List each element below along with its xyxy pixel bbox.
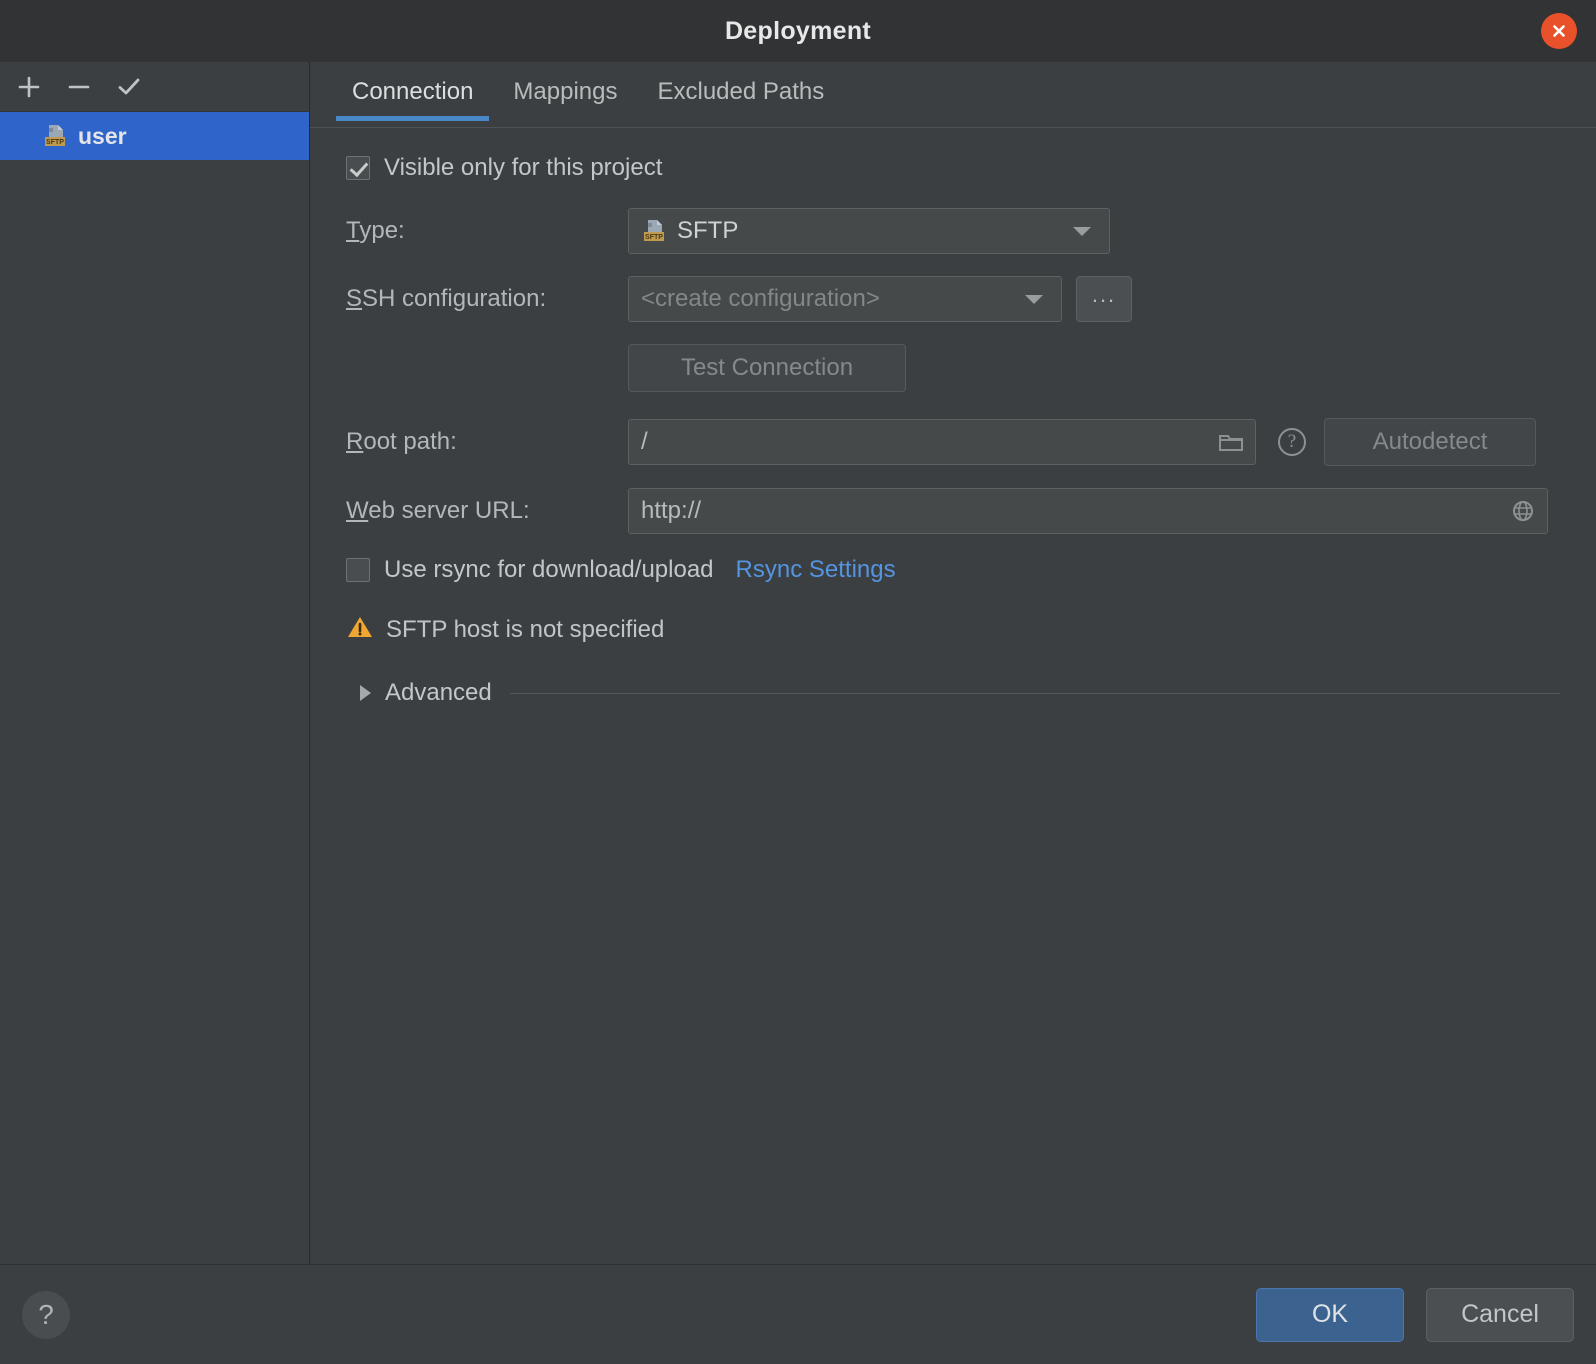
tab-bar: Connection Mappings Excluded Paths <box>310 62 1596 128</box>
use-as-default-button[interactable] <box>108 68 150 106</box>
close-x-glyph <box>1553 25 1565 37</box>
advanced-separator <box>509 692 1560 694</box>
use-rsync-checkbox[interactable] <box>346 558 370 582</box>
globe-glyph <box>1513 501 1533 521</box>
remove-server-button[interactable] <box>58 68 100 106</box>
sftp-glyph: SFTP <box>644 220 664 241</box>
svg-text:SFTP: SFTP <box>46 139 64 146</box>
warning-row: SFTP host is not specified <box>346 614 1566 645</box>
ssh-configuration-label: SSH configuration: <box>346 285 547 312</box>
sftp-icon: SFTP <box>641 218 667 244</box>
visible-only-label[interactable]: Visible only for this project <box>384 154 662 182</box>
type-value: SFTP <box>677 217 739 244</box>
warning-text: SFTP host is not specified <box>386 615 665 643</box>
chevron-down-icon <box>1073 226 1091 236</box>
warning-triangle-icon <box>346 614 374 645</box>
test-connection-button[interactable]: Test Connection <box>628 344 906 392</box>
root-path-row: Root path: / ? Autodetect <box>346 418 1566 466</box>
server-list: SFTP user <box>0 112 309 1264</box>
type-label: Type: <box>346 217 405 244</box>
root-path-help-icon[interactable]: ? <box>1278 428 1306 456</box>
dialog-title: Deployment <box>724 16 872 45</box>
chevron-right-icon[interactable] <box>360 685 371 701</box>
root-path-input[interactable]: / <box>628 419 1256 465</box>
globe-icon[interactable] <box>1509 497 1537 525</box>
server-list-item-user[interactable]: SFTP user <box>0 112 309 160</box>
rsync-settings-link[interactable]: Rsync Settings <box>736 556 896 584</box>
warning-glyph <box>348 617 372 637</box>
visible-only-checkbox[interactable] <box>346 156 370 180</box>
ssh-configuration-browse-button[interactable]: ... <box>1076 276 1132 322</box>
checkmark-icon <box>118 78 140 94</box>
visible-only-row: Visible only for this project <box>346 154 1566 182</box>
connection-form: Visible only for this project Type: SFTP… <box>310 128 1596 1264</box>
ok-button[interactable]: OK <box>1256 1287 1404 1342</box>
cancel-button[interactable]: Cancel <box>1426 1287 1574 1342</box>
dialog-body: SFTP user Connection Mappings Excluded P… <box>0 62 1596 1264</box>
server-toolbar <box>0 62 309 112</box>
type-dropdown[interactable]: SFTP SFTP <box>628 208 1110 254</box>
tab-connection[interactable]: Connection <box>332 62 493 121</box>
rsync-row: Use rsync for download/upload Rsync Sett… <box>346 556 1566 584</box>
test-connection-row: Test Connection <box>628 344 1566 392</box>
server-sidebar: SFTP user <box>0 62 310 1264</box>
tab-excluded-paths[interactable]: Excluded Paths <box>637 62 844 120</box>
web-server-url-value: http:// <box>641 497 702 524</box>
advanced-label[interactable]: Advanced <box>385 679 492 707</box>
web-server-url-input[interactable]: http:// <box>628 488 1548 534</box>
ssh-configuration-value: <create configuration> <box>641 285 880 312</box>
root-path-value: / <box>641 428 648 455</box>
folder-glyph <box>1219 435 1243 451</box>
advanced-section-header[interactable]: Advanced <box>346 679 1566 707</box>
folder-icon[interactable] <box>1217 430 1245 454</box>
plus-icon <box>18 76 40 97</box>
tab-mappings[interactable]: Mappings <box>493 62 637 120</box>
dialog-footer: ? OK Cancel <box>0 1264 1596 1364</box>
connection-content: Connection Mappings Excluded Paths Visib… <box>310 62 1596 1264</box>
web-server-url-label: Web server URL: <box>346 497 530 524</box>
use-rsync-label[interactable]: Use rsync for download/upload <box>384 556 714 584</box>
autodetect-button[interactable]: Autodetect <box>1324 418 1536 466</box>
ssh-configuration-dropdown[interactable]: <create configuration> <box>628 276 1062 322</box>
ssh-configuration-row: SSH configuration: <create configuration… <box>346 276 1566 322</box>
title-bar: Deployment <box>0 0 1596 62</box>
type-row: Type: SFTP SFTP <box>346 208 1566 254</box>
svg-text:SFTP: SFTP <box>645 234 663 241</box>
close-icon[interactable] <box>1541 13 1577 49</box>
sftp-server-icon: SFTP <box>42 123 68 149</box>
chevron-down-icon <box>1025 294 1043 304</box>
server-item-label: user <box>78 122 127 149</box>
help-button[interactable]: ? <box>22 1290 70 1339</box>
deployment-dialog: Deployment SFTP user Connection Mappings… <box>0 0 1596 1364</box>
root-path-label: Root path: <box>346 428 457 455</box>
sftp-glyph: SFTP <box>45 125 65 146</box>
web-server-url-row: Web server URL: http:// <box>346 488 1566 534</box>
minus-icon <box>68 85 90 88</box>
add-server-button[interactable] <box>8 68 50 106</box>
